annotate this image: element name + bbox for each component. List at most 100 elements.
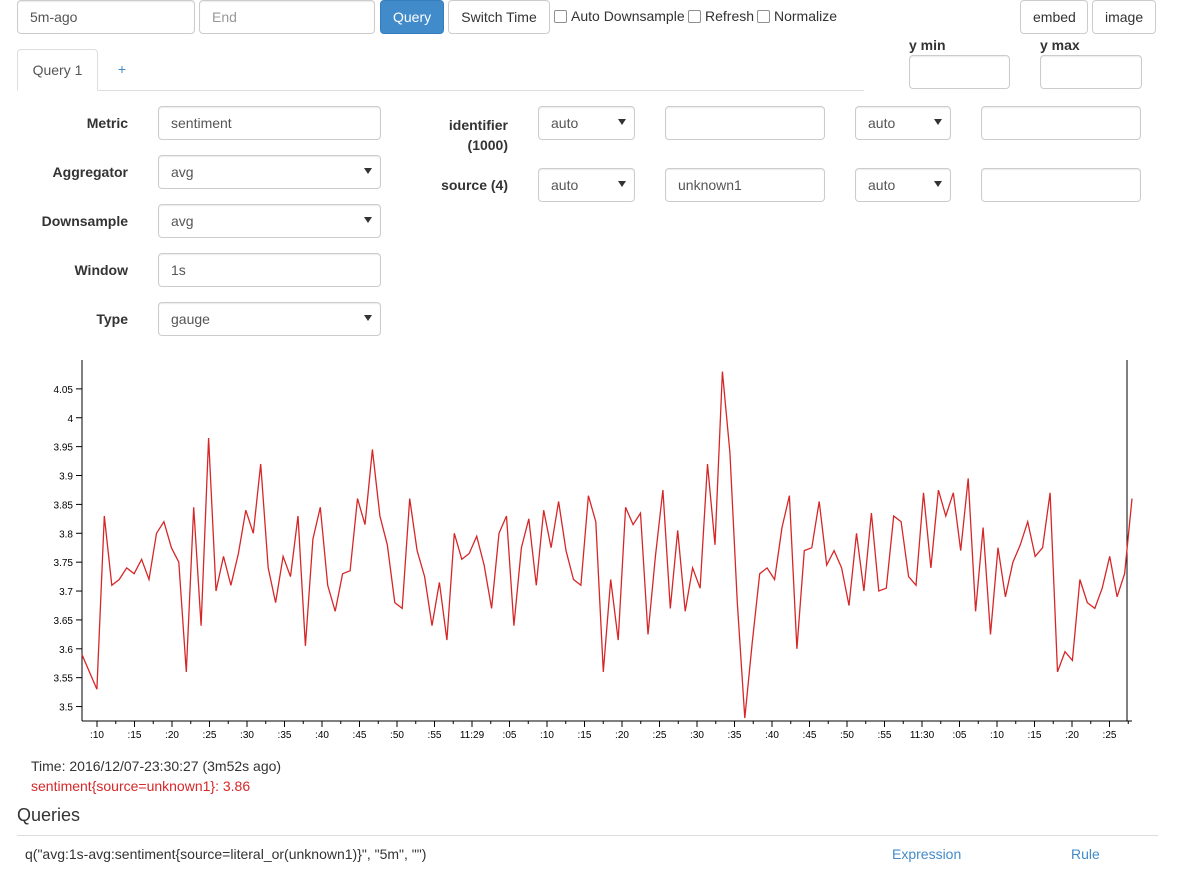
- select-value: auto: [868, 115, 896, 131]
- y-tick-label: 3.75: [54, 558, 74, 569]
- checkbox-icon[interactable]: [688, 9, 701, 23]
- refresh-checkbox[interactable]: Refresh: [688, 8, 754, 24]
- y-tick-label: 3.6: [59, 645, 73, 656]
- x-tick-label: :20: [1065, 730, 1079, 741]
- y-min-label: y min: [909, 37, 946, 53]
- x-tick-label: :20: [165, 730, 179, 741]
- switch-time-button[interactable]: Switch Time: [448, 0, 550, 34]
- y-tick-label: 3.95: [54, 443, 74, 454]
- window-input[interactable]: [158, 253, 381, 287]
- x-tick-label: :10: [990, 730, 1004, 741]
- x-tick-label: :15: [578, 730, 592, 741]
- queries-divider: [17, 835, 1158, 836]
- expression-link[interactable]: Expression: [892, 846, 961, 862]
- normalize-checkbox[interactable]: Normalize: [757, 8, 837, 24]
- tag-count: (1000): [467, 137, 508, 153]
- y-tick-label: 3.7: [59, 587, 73, 598]
- hover-time-text: Time: 2016/12/07-23:30:27 (3m52s ago): [31, 758, 282, 774]
- x-tick-label: :05: [953, 730, 967, 741]
- y-tick-label: 4.05: [54, 385, 74, 396]
- x-tick-label: :25: [203, 730, 217, 741]
- x-tick-label: :55: [428, 730, 442, 741]
- x-tick-label: :40: [315, 730, 329, 741]
- metric-input[interactable]: [158, 106, 381, 140]
- y-tick-label: 3.8: [59, 529, 73, 540]
- identifier-mode-select[interactable]: auto: [538, 106, 635, 140]
- y-tick-label: 3.9: [59, 472, 73, 483]
- select-value: auto: [551, 115, 579, 131]
- x-tick-label: :45: [803, 730, 817, 741]
- select-value: auto: [868, 177, 896, 193]
- x-tick-label: :50: [840, 730, 854, 741]
- y-tick-label: 3.65: [54, 616, 74, 627]
- tag-label-source: source (4): [400, 177, 508, 193]
- type-value: gauge: [171, 311, 210, 327]
- type-select[interactable]: gauge: [158, 302, 381, 336]
- x-tick-label: :55: [878, 730, 892, 741]
- time-series-chart[interactable]: 3.5 3.55 3.6 3.65 3.7 3.75 3.8 3.85 3.9 3.95 4 4.05…: [0, 350, 1178, 750]
- downsample-label: Downsample: [41, 213, 128, 229]
- query-text: q("avg:1s-avg:sentiment{source=literal_o…: [25, 846, 427, 862]
- chevron-down-icon: [934, 181, 942, 187]
- chevron-down-icon: [364, 315, 372, 321]
- aggregator-value: avg: [171, 164, 194, 180]
- x-tick-label: 11:30: [910, 730, 935, 741]
- y-min-input[interactable]: [909, 55, 1010, 89]
- identifier-value-input[interactable]: [665, 106, 825, 140]
- x-tick-label: :40: [765, 730, 779, 741]
- tag-key: identifier: [448, 117, 508, 133]
- x-tick-label: :15: [1028, 730, 1042, 741]
- y-tick-label: 3.55: [54, 674, 74, 685]
- x-tick-label: :25: [1103, 730, 1117, 741]
- series-line-sentiment: [81, 371, 1133, 719]
- normalize-label: Normalize: [774, 8, 838, 24]
- chevron-down-icon: [364, 168, 372, 174]
- y-tick-label: 3.85: [54, 500, 74, 511]
- auto-downsample-checkbox[interactable]: Auto Downsample: [554, 8, 685, 24]
- chevron-down-icon: [618, 119, 626, 125]
- x-tick-label: :30: [240, 730, 254, 741]
- aggregator-label: Aggregator: [52, 164, 128, 180]
- rule-link[interactable]: Rule: [1071, 846, 1100, 862]
- chevron-down-icon: [618, 181, 626, 187]
- start-time-input[interactable]: [17, 0, 195, 34]
- identifier-mode2-select[interactable]: auto: [855, 106, 951, 140]
- checkbox-icon[interactable]: [554, 9, 567, 23]
- tag-key: source (4): [441, 177, 508, 193]
- source-mode-select[interactable]: auto: [538, 168, 635, 202]
- y-tick-label: 3.5: [59, 703, 73, 714]
- aggregator-select[interactable]: avg: [158, 155, 381, 189]
- select-value: auto: [551, 177, 579, 193]
- type-label: Type: [96, 311, 128, 327]
- y-max-input[interactable]: [1040, 55, 1142, 89]
- tab-query-1[interactable]: Query 1: [17, 49, 98, 91]
- end-time-input[interactable]: [199, 0, 375, 34]
- downsample-select[interactable]: avg: [158, 204, 381, 238]
- query-button[interactable]: Query: [380, 0, 444, 34]
- chevron-down-icon: [934, 119, 942, 125]
- x-tick-label: :35: [278, 730, 292, 741]
- embed-button[interactable]: embed: [1020, 0, 1088, 34]
- x-tick-label: :10: [540, 730, 554, 741]
- y-max-label: y max: [1040, 37, 1080, 53]
- source-extra-input[interactable]: [981, 168, 1141, 202]
- hover-series-value: sentiment{source=unknown1}: 3.86: [31, 778, 251, 794]
- add-query-tab[interactable]: +: [110, 49, 134, 91]
- image-button[interactable]: image: [1092, 0, 1156, 34]
- x-tick-label: :25: [653, 730, 667, 741]
- x-tick-label: :20: [615, 730, 629, 741]
- tag-label-identifier: identifier (1000): [400, 115, 508, 155]
- x-tick-label: 11:29: [460, 730, 485, 741]
- source-value-input[interactable]: [665, 168, 825, 202]
- checkbox-icon[interactable]: [757, 9, 770, 23]
- x-tick-label: :05: [503, 730, 517, 741]
- queries-heading: Queries: [17, 805, 81, 825]
- refresh-label: Refresh: [705, 8, 755, 24]
- auto-downsample-label: Auto Downsample: [571, 8, 685, 24]
- chevron-down-icon: [364, 217, 372, 223]
- x-tick-label: :50: [390, 730, 404, 741]
- identifier-extra-input[interactable]: [981, 106, 1141, 140]
- tabs-divider: [17, 90, 864, 91]
- x-tick-label: :15: [128, 730, 142, 741]
- source-mode2-select[interactable]: auto: [855, 168, 951, 202]
